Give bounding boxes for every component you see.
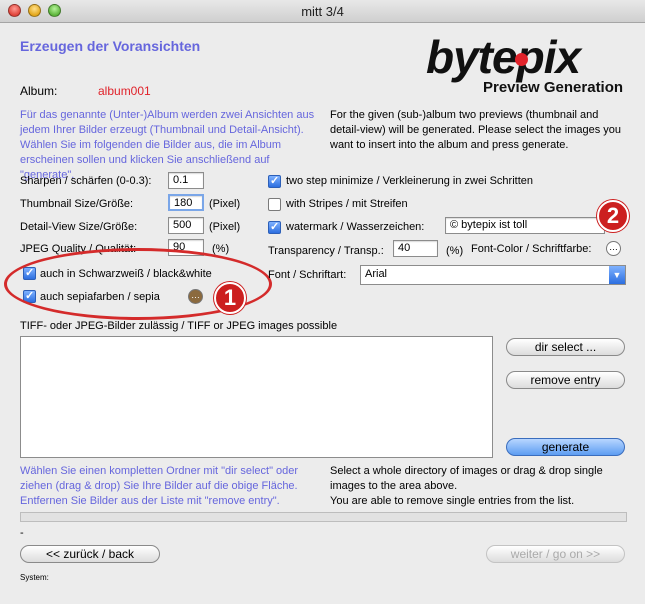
thumbnail-size-input[interactable]: 180 [168,194,204,211]
font-select-value: Arial [365,268,388,280]
intro-english: For the given (sub-)album two previews (… [330,109,622,151]
chevron-down-icon: ▼ [609,266,625,284]
system-label: System: [20,573,49,582]
progress-bar [20,512,627,522]
dir-select-button[interactable]: dir select ... [506,338,625,356]
watermark-label: watermark / Wasserzeichen: [286,221,425,233]
window-title: mitt 3/4 [301,4,344,19]
font-color-button[interactable]: … [606,241,621,256]
font-select[interactable]: Arial ▼ [360,265,626,285]
font-label: Font / Schriftart: [268,269,347,281]
two-step-label: two step minimize / Verkleinerung in zwe… [286,175,533,187]
remove-entry-button[interactable]: remove entry [506,371,625,389]
generate-button[interactable]: generate [506,438,625,456]
page-heading: Erzeugen der Voransichten [20,38,201,54]
next-button[interactable]: weiter / go on >> [486,545,625,563]
transparency-input[interactable]: 40 [393,240,438,257]
help-english-2: You are able to remove single entries fr… [330,495,575,507]
font-color-label: Font-Color / Schriftfarbe: [471,243,592,255]
stripes-checkbox[interactable] [268,198,281,211]
image-drop-area[interactable] [20,336,493,458]
two-step-checkbox[interactable] [268,174,281,188]
bytepix-logo: bytepix [426,31,581,83]
sharpen-input[interactable]: 0.1 [168,172,204,189]
thumbnail-size-label: Thumbnail Size/Größe: [20,198,134,210]
progress-text: - [20,527,24,539]
stripes-label: with Stripes / mit Streifen [286,198,408,210]
annotation-badge-1: 1 [214,282,246,314]
transparency-label: Transparency / Transp.: [268,245,384,257]
watermark-checkbox[interactable] [268,220,281,234]
list-label: TIFF- oder JPEG-Bilder zulässig / TIFF o… [20,320,338,332]
back-button[interactable]: << zurück / back [20,545,160,563]
help-english-1: Select a whole directory of images or dr… [330,465,603,492]
annotation-badge-2: 2 [597,200,629,232]
jpeg-quality-unit: (%) [212,243,230,255]
sharpen-label: Sharpen / schärfen (0-0.3): [20,175,152,187]
album-value: album001 [98,84,151,98]
detail-unit: (Pixel) [209,221,241,233]
detail-size-label: Detail-View Size/Größe: [20,221,138,233]
title-bar: mitt 3/4 [0,0,645,23]
thumbnail-unit: (Pixel) [209,198,241,210]
detail-size-input[interactable]: 500 [168,217,204,234]
help-german: Wählen Sie einen kompletten Ordner mit "… [20,465,299,507]
transparency-unit: (%) [446,245,464,257]
album-label: Album: [20,84,58,98]
watermark-input[interactable]: © bytepix ist toll [445,217,605,234]
logo-subtitle: Preview Generation [483,79,624,96]
